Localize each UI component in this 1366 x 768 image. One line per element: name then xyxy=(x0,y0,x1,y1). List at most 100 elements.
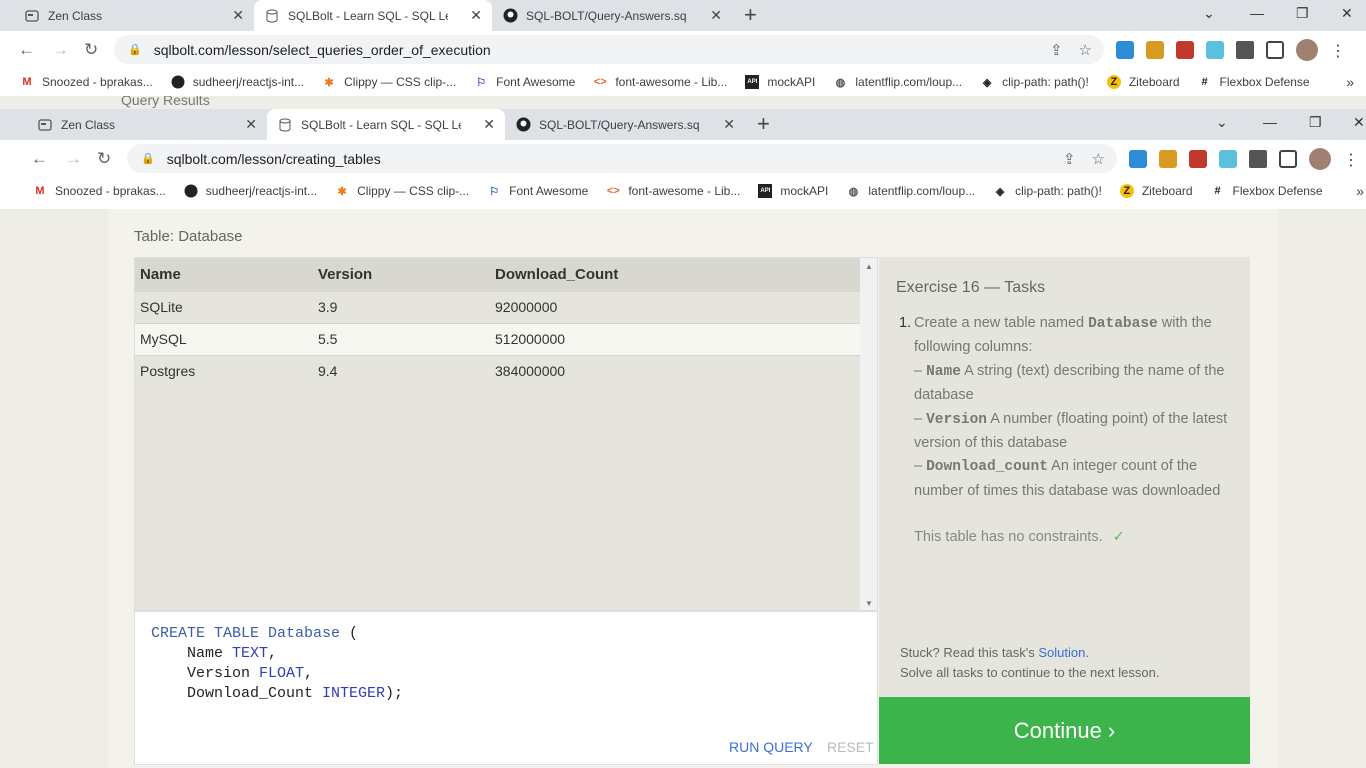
box-extension-icon[interactable] xyxy=(1159,150,1177,168)
table-cell: SQLite xyxy=(135,290,313,323)
gmail-extension-icon[interactable] xyxy=(1189,150,1207,168)
table-caption: Table: Database xyxy=(134,228,243,245)
clippy-icon: ✱ xyxy=(324,76,334,89)
home-extension-icon[interactable] xyxy=(1129,150,1147,168)
continue-button[interactable]: Continue › xyxy=(879,697,1250,764)
tab-github[interactable]: SQL-BOLT/Query-Answers.sql at ✕ xyxy=(492,0,732,31)
tab-label: SQLBolt - Learn SQL - SQL Lesso xyxy=(288,8,448,23)
tab-label: SQL-BOLT/Query-Answers.sql at xyxy=(526,8,686,23)
back-arrow-icon[interactable]: ← xyxy=(18,40,35,60)
new-tab-button[interactable]: + xyxy=(757,113,770,135)
tab-sqlbolt[interactable]: SQLBolt - Learn SQL - SQL Lesso ✕ xyxy=(267,109,505,140)
sql-code[interactable]: CREATE TABLE Database ( Name TEXT, Versi… xyxy=(151,624,403,704)
bookmark-mockapi[interactable]: API mockAPI xyxy=(745,75,815,89)
github-icon xyxy=(184,184,198,198)
reload-icon[interactable]: ↻ xyxy=(97,149,111,169)
restore-button[interactable]: ❐ xyxy=(1309,114,1322,131)
minimize-button[interactable]: — xyxy=(1250,5,1264,21)
menu-icon[interactable]: ⋮ xyxy=(1343,150,1359,169)
close-icon[interactable]: ✕ xyxy=(710,7,722,24)
bookmark-reactjs[interactable]: sudheerj/reactjs-int... xyxy=(171,75,304,89)
forward-arrow-icon[interactable]: → xyxy=(65,149,82,169)
bookmarks-more-icon[interactable]: » xyxy=(1356,183,1364,199)
bookmark-snoozed[interactable]: M Snoozed - bprakas... xyxy=(33,184,165,198)
tab-strip: Zen Class ✕ SQLBolt - Learn SQL - SQL Le… xyxy=(0,109,1366,140)
table-cell: Postgres xyxy=(135,354,313,387)
bookmark-clip-path[interactable]: ◈ clip-path: path()! xyxy=(993,184,1102,198)
bookmarks-more-icon[interactable]: » xyxy=(1346,74,1354,90)
gmail-extension-icon[interactable] xyxy=(1176,41,1194,59)
tab-search-icon[interactable]: ⌄ xyxy=(1203,5,1215,22)
menu-icon[interactable]: ⋮ xyxy=(1330,41,1346,60)
bookmark-font-awesome-lib[interactable]: <> font-awesome - Lib... xyxy=(606,184,741,198)
puzzle-icon[interactable] xyxy=(1236,41,1254,59)
tab-zen-class[interactable]: Zen Class ✕ xyxy=(27,109,267,140)
bookmark-font-awesome-lib[interactable]: <> font-awesome - Lib... xyxy=(593,75,728,89)
run-query-button[interactable]: RUN QUERY xyxy=(729,739,813,755)
clip-extension-icon[interactable] xyxy=(1206,41,1224,59)
reload-icon[interactable]: ↻ xyxy=(84,40,98,60)
close-window-button[interactable]: ✕ xyxy=(1341,5,1353,22)
bookmark-clippy[interactable]: ✱ Clippy — CSS clip-... xyxy=(335,184,470,198)
bookmark-reactjs[interactable]: sudheerj/reactjs-int... xyxy=(184,184,317,198)
hash-icon: # xyxy=(1201,76,1208,88)
bookmark-snoozed[interactable]: M Snoozed - bprakas... xyxy=(20,75,152,89)
exercise-tasks-panel: Exercise 16 — Tasks 1. Create a new tabl… xyxy=(879,257,1250,697)
address-bar[interactable]: 🔒 sqlbolt.com/lesson/creating_tables ⇪ ☆ xyxy=(127,144,1117,173)
bookmark-flexbox-defense[interactable]: # Flexbox Defense xyxy=(1211,184,1322,198)
bookmarks-bar: M Snoozed - bprakas... sudheerj/reactjs-i… xyxy=(0,68,1366,96)
code-icon: <> xyxy=(606,185,620,197)
close-window-button[interactable]: ✕ xyxy=(1353,114,1365,131)
solution-link[interactable]: Solution xyxy=(1038,645,1085,660)
star-icon[interactable]: ☆ xyxy=(1092,150,1105,168)
tab-strip: Zen Class ✕ SQLBolt - Learn SQL - SQL Le… xyxy=(0,0,1366,31)
address-bar[interactable]: 🔒 sqlbolt.com/lesson/select_queries_orde… xyxy=(114,35,1104,64)
column-header: Download_Count xyxy=(490,258,861,291)
bookmark-ziteboard[interactable]: Z Ziteboard xyxy=(1119,184,1193,198)
clip-extension-icon[interactable] xyxy=(1219,150,1237,168)
close-icon[interactable]: ✕ xyxy=(245,116,257,133)
avatar[interactable] xyxy=(1296,39,1318,61)
bookmark-font-awesome[interactable]: ⚐ Font Awesome xyxy=(487,184,588,198)
bookmark-latentflip[interactable]: ◍ latentflip.com/loup... xyxy=(846,184,976,198)
puzzle-icon[interactable] xyxy=(1249,150,1267,168)
tab-zen-class[interactable]: Zen Class ✕ xyxy=(14,0,254,31)
star-icon[interactable]: ☆ xyxy=(1079,41,1092,59)
bookmark-clip-path[interactable]: ◈ clip-path: path()! xyxy=(980,75,1089,89)
bookmark-flexbox-defense[interactable]: # Flexbox Defense xyxy=(1198,75,1309,89)
close-icon[interactable]: ✕ xyxy=(723,116,735,133)
bookmark-font-awesome[interactable]: ⚐ Font Awesome xyxy=(474,75,575,89)
bookmark-latentflip[interactable]: ◍ latentflip.com/loup... xyxy=(833,75,963,89)
table-row: Postgres 9.4 384000000 xyxy=(135,354,861,387)
close-icon[interactable]: ✕ xyxy=(483,116,495,133)
sidepanel-icon[interactable] xyxy=(1279,150,1297,168)
sidepanel-icon[interactable] xyxy=(1266,41,1284,59)
bookmark-clippy[interactable]: ✱ Clippy — CSS clip-... xyxy=(322,75,457,89)
tab-sqlbolt[interactable]: SQLBolt - Learn SQL - SQL Lesso ✕ xyxy=(254,0,492,31)
home-extension-icon[interactable] xyxy=(1116,41,1134,59)
tab-github[interactable]: SQL-BOLT/Query-Answers.sql at ✕ xyxy=(505,109,745,140)
url-text: sqlbolt.com/lesson/creating_tables xyxy=(166,150,381,167)
box-extension-icon[interactable] xyxy=(1146,41,1164,59)
sql-editor[interactable]: CREATE TABLE Database ( Name TEXT, Versi… xyxy=(134,611,878,765)
close-icon[interactable]: ✕ xyxy=(232,7,244,24)
bookmark-mockapi[interactable]: API mockAPI xyxy=(758,184,828,198)
back-arrow-icon[interactable]: ← xyxy=(31,149,48,169)
scroll-up-icon[interactable]: ▲ xyxy=(865,262,873,271)
new-tab-button[interactable]: + xyxy=(744,4,757,26)
scroll-down-icon[interactable]: ▼ xyxy=(865,599,873,608)
table-header-row: Name Version Download_Count xyxy=(135,258,861,291)
share-icon[interactable]: ⇪ xyxy=(1050,41,1063,59)
results-scrollbar[interactable]: ▲ ▼ xyxy=(860,258,877,610)
minimize-button[interactable]: — xyxy=(1263,114,1277,130)
share-icon[interactable]: ⇪ xyxy=(1063,150,1076,168)
reset-button[interactable]: RESET xyxy=(827,739,874,755)
close-icon[interactable]: ✕ xyxy=(470,7,482,24)
bookmark-ziteboard[interactable]: Z Ziteboard xyxy=(1106,75,1180,89)
results-table: Name Version Download_Count SQLite 3.9 9… xyxy=(135,258,861,387)
restore-button[interactable]: ❐ xyxy=(1296,5,1309,22)
table-cell: 5.5 xyxy=(313,322,490,355)
forward-arrow-icon[interactable]: → xyxy=(52,40,69,60)
tab-search-icon[interactable]: ⌄ xyxy=(1216,114,1228,131)
avatar[interactable] xyxy=(1309,148,1331,170)
